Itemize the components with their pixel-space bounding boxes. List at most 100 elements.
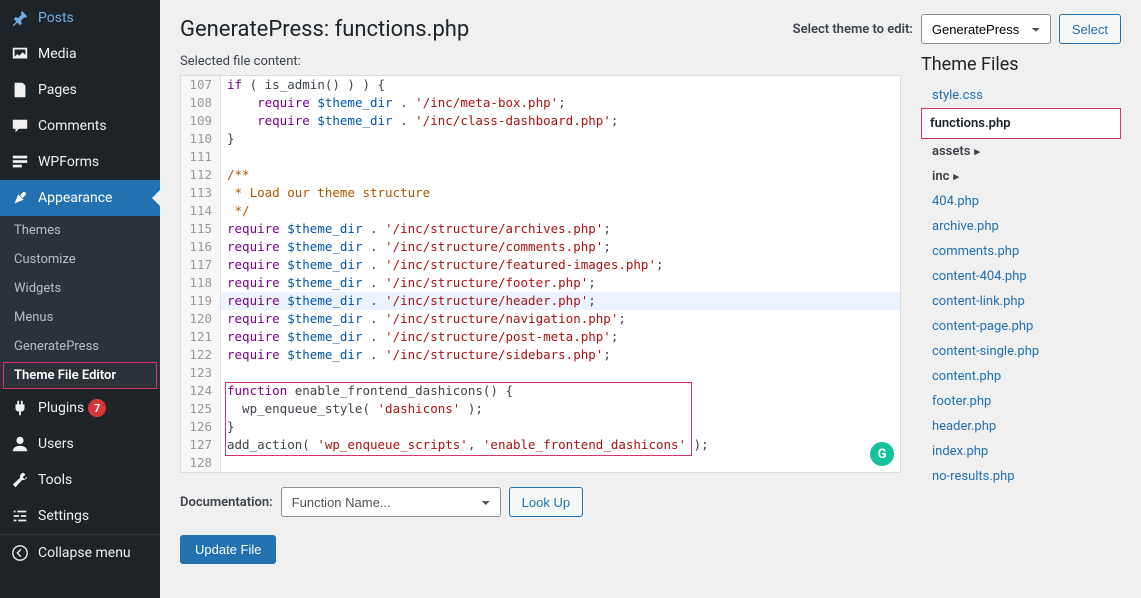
code-line[interactable]: 117require $theme_dir . '/inc/structure/… bbox=[181, 256, 900, 274]
file-header-php[interactable]: header.php bbox=[921, 414, 1121, 439]
line-number: 113 bbox=[181, 184, 221, 202]
code-line[interactable]: 123 bbox=[181, 364, 900, 382]
main-content: GeneratePress: functions.php Select them… bbox=[160, 0, 1141, 598]
code-line[interactable]: 107if ( is_admin() ) ) { bbox=[181, 76, 900, 94]
file-footer-php[interactable]: footer.php bbox=[921, 389, 1121, 414]
menu-pages[interactable]: Pages bbox=[0, 72, 160, 108]
documentation-select[interactable]: Function Name... bbox=[281, 487, 501, 517]
line-number: 124 bbox=[181, 382, 221, 400]
code-line[interactable]: 120require $theme_dir . '/inc/structure/… bbox=[181, 310, 900, 328]
grammarly-icon[interactable]: G bbox=[870, 442, 894, 466]
collapse-label: Collapse menu bbox=[38, 545, 131, 561]
line-code: require $theme_dir . '/inc/structure/hea… bbox=[221, 292, 596, 310]
lookup-button[interactable]: Look Up bbox=[509, 487, 583, 517]
code-line[interactable]: 108 require $theme_dir . '/inc/meta-box.… bbox=[181, 94, 900, 112]
line-code: */ bbox=[221, 202, 250, 220]
menu-users[interactable]: Users bbox=[0, 426, 160, 462]
line-number: 108 bbox=[181, 94, 221, 112]
code-line[interactable]: 109 require $theme_dir . '/inc/class-das… bbox=[181, 112, 900, 130]
submenu-menus[interactable]: Menus bbox=[0, 303, 160, 332]
media-icon bbox=[10, 44, 30, 64]
line-number: 121 bbox=[181, 328, 221, 346]
pin-icon bbox=[10, 8, 30, 28]
file-inc[interactable]: inc bbox=[921, 164, 1121, 189]
menu-label: Comments bbox=[38, 118, 107, 134]
update-badge: 7 bbox=[88, 399, 106, 417]
code-line[interactable]: 119require $theme_dir . '/inc/structure/… bbox=[181, 292, 900, 310]
code-line[interactable]: 116require $theme_dir . '/inc/structure/… bbox=[181, 238, 900, 256]
file-content-php[interactable]: content.php bbox=[921, 364, 1121, 389]
user-icon bbox=[10, 434, 30, 454]
menu-tools[interactable]: Tools bbox=[0, 462, 160, 498]
submenu-generatepress[interactable]: GeneratePress bbox=[0, 332, 160, 361]
line-number: 111 bbox=[181, 148, 221, 166]
file-comments-php[interactable]: comments.php bbox=[921, 239, 1121, 264]
submenu-customize[interactable]: Customize bbox=[0, 245, 160, 274]
collapse-icon bbox=[10, 543, 30, 563]
line-number: 110 bbox=[181, 130, 221, 148]
line-number: 115 bbox=[181, 220, 221, 238]
file-404-php[interactable]: 404.php bbox=[921, 189, 1121, 214]
line-number: 117 bbox=[181, 256, 221, 274]
code-line[interactable]: 125 wp_enqueue_style( 'dashicons' ); bbox=[181, 400, 900, 418]
menu-wpforms[interactable]: WPForms bbox=[0, 144, 160, 180]
line-number: 127 bbox=[181, 436, 221, 454]
file-archive-php[interactable]: archive.php bbox=[921, 214, 1121, 239]
file-content-single-php[interactable]: content-single.php bbox=[921, 339, 1121, 364]
code-line[interactable]: 118require $theme_dir . '/inc/structure/… bbox=[181, 274, 900, 292]
line-number: 109 bbox=[181, 112, 221, 130]
line-number: 125 bbox=[181, 400, 221, 418]
submenu-theme-file-editor[interactable]: Theme File Editor bbox=[3, 362, 157, 389]
menu-label: Tools bbox=[38, 472, 72, 488]
file-style-css[interactable]: style.css bbox=[921, 83, 1121, 108]
menu-appearance[interactable]: Appearance bbox=[0, 180, 160, 216]
submenu-widgets[interactable]: Widgets bbox=[0, 274, 160, 303]
file-content-404-php[interactable]: content-404.php bbox=[921, 264, 1121, 289]
file-content-link-php[interactable]: content-link.php bbox=[921, 289, 1121, 314]
menu-label: WPForms bbox=[38, 154, 99, 170]
file-functions-php[interactable]: functions.php bbox=[921, 108, 1121, 139]
update-file-button[interactable]: Update File bbox=[180, 535, 276, 564]
code-line[interactable]: 114 */ bbox=[181, 202, 900, 220]
line-number: 119 bbox=[181, 292, 221, 310]
line-number: 128 bbox=[181, 454, 221, 472]
menu-media[interactable]: Media bbox=[0, 36, 160, 72]
code-line[interactable]: 115require $theme_dir . '/inc/structure/… bbox=[181, 220, 900, 238]
code-line[interactable]: 128 bbox=[181, 454, 900, 472]
code-line[interactable]: 121require $theme_dir . '/inc/structure/… bbox=[181, 328, 900, 346]
line-code: require $theme_dir . '/inc/meta-box.php'… bbox=[221, 94, 566, 112]
line-code: add_action( 'wp_enqueue_scripts', 'enabl… bbox=[221, 436, 709, 454]
page-title: GeneratePress: functions.php bbox=[180, 17, 469, 42]
menu-plugins[interactable]: Plugins7 bbox=[0, 390, 160, 426]
line-code: require $theme_dir . '/inc/class-dashboa… bbox=[221, 112, 618, 130]
file-no-results-php[interactable]: no-results.php bbox=[921, 464, 1121, 489]
file-content-page-php[interactable]: content-page.php bbox=[921, 314, 1121, 339]
code-line[interactable]: 122require $theme_dir . '/inc/structure/… bbox=[181, 346, 900, 364]
code-line[interactable]: 127add_action( 'wp_enqueue_scripts', 'en… bbox=[181, 436, 900, 454]
file-index-php[interactable]: index.php bbox=[921, 439, 1121, 464]
menu-comments[interactable]: Comments bbox=[0, 108, 160, 144]
code-line[interactable]: 111 bbox=[181, 148, 900, 166]
page-icon bbox=[10, 80, 30, 100]
code-line[interactable]: 126} bbox=[181, 418, 900, 436]
comment-icon bbox=[10, 116, 30, 136]
menu-label: Plugins bbox=[38, 400, 84, 416]
code-line[interactable]: 113 * Load our theme structure bbox=[181, 184, 900, 202]
code-editor[interactable]: 107if ( is_admin() ) ) {108 require $the… bbox=[180, 75, 901, 473]
plugin-icon bbox=[10, 398, 30, 418]
collapse-menu[interactable]: Collapse menu bbox=[0, 534, 160, 571]
theme-select[interactable]: GeneratePress bbox=[921, 14, 1051, 44]
code-line[interactable]: 124function enable_frontend_dashicons() … bbox=[181, 382, 900, 400]
theme-files-title: Theme Files bbox=[921, 54, 1121, 75]
file-assets[interactable]: assets bbox=[921, 139, 1121, 164]
select-button[interactable]: Select bbox=[1059, 14, 1121, 44]
code-line[interactable]: 110} bbox=[181, 130, 900, 148]
submenu-themes[interactable]: Themes bbox=[0, 216, 160, 245]
line-number: 123 bbox=[181, 364, 221, 382]
line-number: 116 bbox=[181, 238, 221, 256]
wrench-icon bbox=[10, 470, 30, 490]
code-line[interactable]: 112/** bbox=[181, 166, 900, 184]
menu-settings[interactable]: Settings bbox=[0, 498, 160, 534]
menu-posts[interactable]: Posts bbox=[0, 0, 160, 36]
line-number: 126 bbox=[181, 418, 221, 436]
